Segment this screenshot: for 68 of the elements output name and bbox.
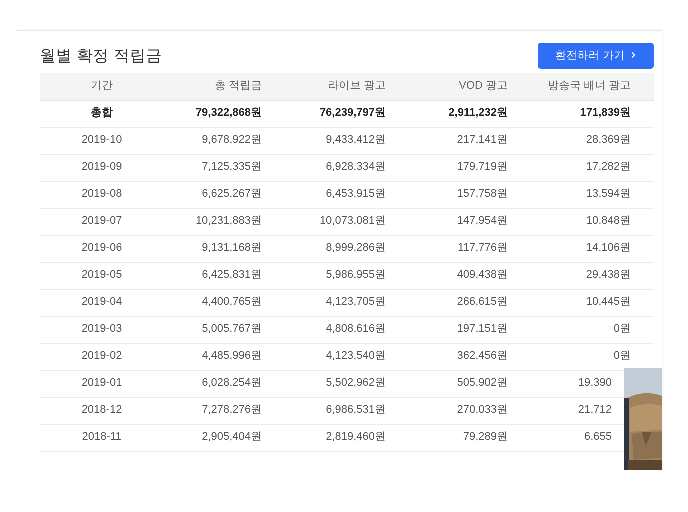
table-cell: 2019-02 xyxy=(40,343,164,370)
table-cell: 2019-01 xyxy=(40,370,164,397)
table-cell: 2,819,460원 xyxy=(272,424,396,451)
table-cell: 7,125,335원 xyxy=(164,154,272,181)
table-cell: 10,073,081원 xyxy=(272,208,396,235)
table-cell: 17,282원 xyxy=(518,154,654,181)
table-cell: 2019-10 xyxy=(40,127,164,154)
column-header: VOD 광고 xyxy=(396,73,518,100)
table-cell: 2019-03 xyxy=(40,316,164,343)
exchange-button[interactable]: 환전하러 가기 › xyxy=(538,43,654,69)
table-cell: 9,131,168원 xyxy=(164,235,272,262)
table-cell: 10,445원 xyxy=(518,289,654,316)
total-cell: 2,911,232원 xyxy=(396,100,518,127)
table-cell: 2019-05 xyxy=(40,262,164,289)
table-cell: 28,369원 xyxy=(518,127,654,154)
table-cell: 29,438원 xyxy=(518,262,654,289)
column-header: 총 적립금 xyxy=(164,73,272,100)
total-cell: 총합 xyxy=(40,100,164,127)
table-cell: 2019-09 xyxy=(40,154,164,181)
table-cell: 505,902원 xyxy=(396,370,518,397)
table-cell: 2019-06 xyxy=(40,235,164,262)
table-cell: 5,986,955원 xyxy=(272,262,396,289)
table-cell: 157,758원 xyxy=(396,181,518,208)
table-cell: 270,033원 xyxy=(396,397,518,424)
table-cell: 6,453,915원 xyxy=(272,181,396,208)
total-cell: 79,322,868원 xyxy=(164,100,272,127)
table-cell: 9,433,412원 xyxy=(272,127,396,154)
table-cell: 4,123,540원 xyxy=(272,343,396,370)
table-cell: 4,123,705원 xyxy=(272,289,396,316)
table-cell: 6,928,334원 xyxy=(272,154,396,181)
table-cell: 4,400,765원 xyxy=(164,289,272,316)
table-cell: 6,625,267원 xyxy=(164,181,272,208)
table-cell: 2018-11 xyxy=(40,424,164,451)
table-cell: 409,438원 xyxy=(396,262,518,289)
total-cell: 76,239,797원 xyxy=(272,100,396,127)
table-cell: 4,485,996원 xyxy=(164,343,272,370)
table-cell: 0원 xyxy=(518,316,654,343)
table-cell: 217,141원 xyxy=(396,127,518,154)
column-header: 방송국 배너 광고 xyxy=(518,73,654,100)
table-cell: 6,425,831원 xyxy=(164,262,272,289)
column-header: 라이브 광고 xyxy=(272,73,396,100)
table-cell: 117,776원 xyxy=(396,235,518,262)
table-cell: 266,615원 xyxy=(396,289,518,316)
section-title: 월별 확정 적립금 xyxy=(40,46,162,66)
table-cell: 4,808,616원 xyxy=(272,316,396,343)
table-cell: 9,678,922원 xyxy=(164,127,272,154)
table-cell: 362,456원 xyxy=(396,343,518,370)
table-cell: 2019-08 xyxy=(40,181,164,208)
table-cell: 6,028,254원 xyxy=(164,370,272,397)
table-cell: 8,999,286원 xyxy=(272,235,396,262)
table-cell: 2019-04 xyxy=(40,289,164,316)
table-cell: 13,594원 xyxy=(518,181,654,208)
table-cell: 6,986,531원 xyxy=(272,397,396,424)
table-cell: 10,848원 xyxy=(518,208,654,235)
table-cell: 2,905,404원 xyxy=(164,424,272,451)
table-cell: 179,719원 xyxy=(396,154,518,181)
table-cell: 197,151원 xyxy=(396,316,518,343)
table-cell: 10,231,883원 xyxy=(164,208,272,235)
total-cell: 171,839원 xyxy=(518,100,654,127)
table-cell: 7,278,276원 xyxy=(164,397,272,424)
column-header: 기간 xyxy=(40,73,164,100)
table-cell: 5,502,962원 xyxy=(272,370,396,397)
table-cell: 2018-12 xyxy=(40,397,164,424)
table-cell: 2019-07 xyxy=(40,208,164,235)
table-cell: 79,289원 xyxy=(396,424,518,451)
table-cell: 147,954원 xyxy=(396,208,518,235)
table-cell: 5,005,767원 xyxy=(164,316,272,343)
table-cell: 14,106원 xyxy=(518,235,654,262)
